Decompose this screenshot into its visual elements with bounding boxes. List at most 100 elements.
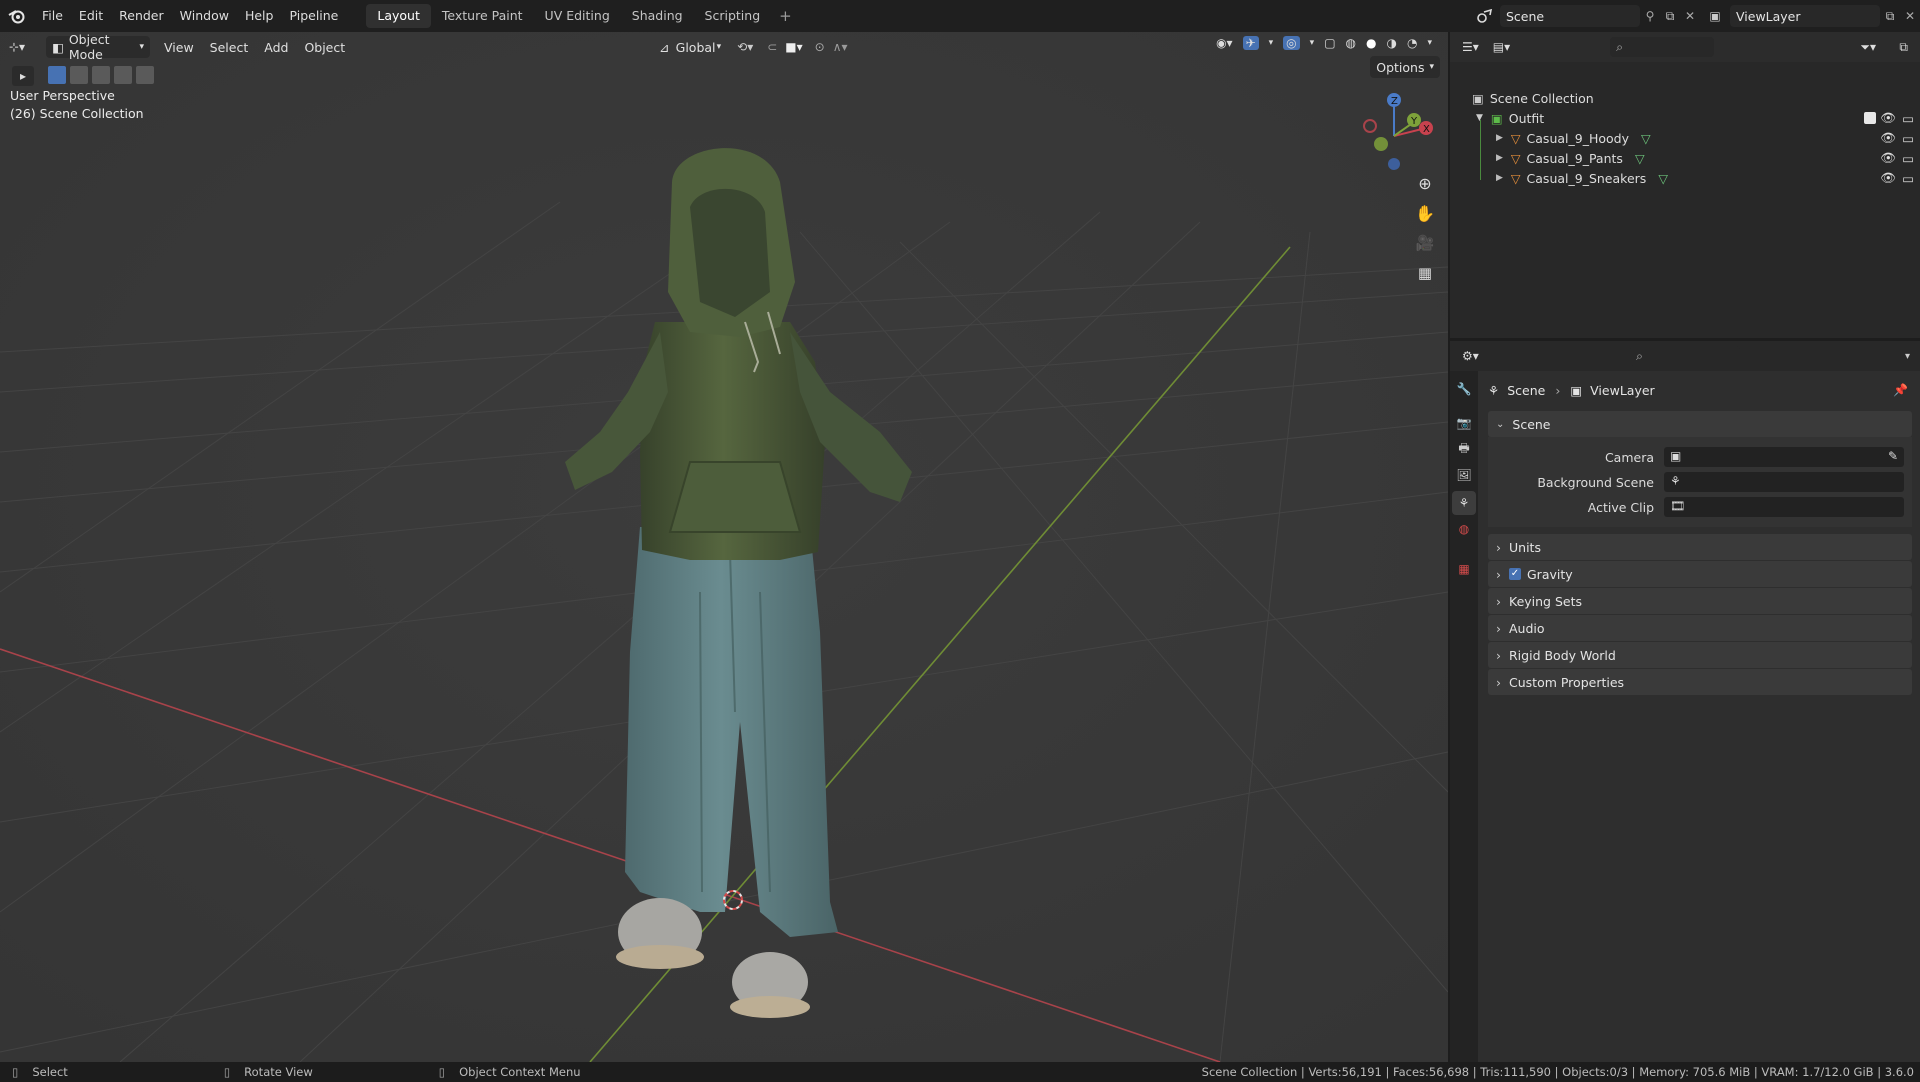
custom-properties-panel-header[interactable]: › Custom Properties (1488, 669, 1912, 695)
chevron-down-icon[interactable]: ▾ (1427, 38, 1432, 48)
view-layer-field[interactable]: ViewLayer (1730, 5, 1880, 27)
menu-select[interactable]: Select (202, 40, 257, 55)
blender-logo-icon[interactable] (0, 0, 34, 32)
expand-arrow-icon[interactable]: ▶ (1496, 153, 1503, 163)
audio-panel-header[interactable]: › Audio (1488, 615, 1912, 641)
navigation-gizmo[interactable]: Z X Y (1356, 88, 1436, 178)
3d-viewport[interactable]: ⊹▾ ◧ Object Mode ▾ View Select Add Objec… (0, 32, 1448, 1062)
active-clip-field[interactable]: 🎞 (1664, 497, 1904, 517)
material-shading-icon[interactable]: ◑ (1387, 36, 1397, 50)
scene-tab-icon[interactable]: ⚘ (1452, 491, 1476, 515)
world-tab-icon[interactable]: ◍ (1452, 517, 1476, 541)
scene-icon[interactable] (1470, 9, 1500, 23)
outliner-row-object[interactable]: ▶ ▽ Casual_9_Pants ▽ 👁 ▭ (1450, 148, 1920, 168)
tab-shading[interactable]: Shading (621, 4, 694, 28)
outliner-row-outfit[interactable]: ▼ ▣ Outfit 👁 ▭ (1450, 108, 1920, 128)
scene-panel-header[interactable]: ⌄ Scene (1488, 411, 1912, 437)
menu-add[interactable]: Add (256, 40, 296, 55)
tab-layout[interactable]: Layout (366, 4, 431, 28)
breadcrumb-view-layer[interactable]: ViewLayer (1590, 383, 1655, 398)
visibility-icon[interactable]: ◉▾ (1216, 36, 1233, 50)
select-mode-subtract-icon[interactable] (92, 66, 110, 84)
display-mode-icon[interactable]: ▤▾ (1493, 40, 1510, 54)
menu-render[interactable]: Render (111, 0, 172, 32)
pivot-icon[interactable]: ⟲▾ (737, 40, 753, 54)
select-tool-icon[interactable]: ▸ (12, 66, 34, 86)
chevron-down-icon[interactable]: ▾ (1905, 351, 1910, 362)
editor-type-icon[interactable]: ⊹▾ (0, 40, 34, 54)
new-scene-icon[interactable]: ⧉ (1660, 9, 1680, 24)
outliner-row-object[interactable]: ▶ ▽ Casual_9_Sneakers ▽ 👁 ▭ (1450, 168, 1920, 188)
expand-arrow-icon[interactable]: ▶ (1496, 173, 1503, 183)
falloff-icon[interactable]: ∧▾ (833, 40, 848, 54)
menu-file[interactable]: File (34, 0, 71, 32)
tool-tab-icon[interactable]: 🔧 (1452, 377, 1476, 401)
render-icon[interactable]: ▭ (1902, 171, 1914, 186)
expand-arrow-icon[interactable]: ▶ (1496, 133, 1503, 143)
proportional-edit-icon[interactable]: ⊙ (815, 40, 825, 54)
eye-icon[interactable]: 👁 (1880, 150, 1896, 166)
gravity-panel-header[interactable]: › ✓ Gravity (1488, 561, 1912, 587)
outliner-editor-icon[interactable]: ☰▾ (1462, 40, 1479, 54)
gravity-checkbox[interactable]: ✓ (1509, 568, 1521, 580)
pin-icon[interactable]: 📌 (1893, 383, 1908, 397)
tab-uv-editing[interactable]: UV Editing (534, 4, 621, 28)
snap-target-icon[interactable]: ■▾ (785, 40, 802, 54)
add-workspace-button[interactable]: + (771, 7, 800, 25)
tab-texture-paint[interactable]: Texture Paint (431, 4, 534, 28)
options-dropdown[interactable]: Options ▾ (1370, 56, 1440, 78)
new-collection-icon[interactable]: ⧉ (1899, 40, 1908, 55)
overlay-icon[interactable]: ◎ (1283, 36, 1300, 50)
solid-shading-icon[interactable]: ● (1366, 36, 1376, 50)
transform-orientation-dropdown[interactable]: ⊿ Global ▾ (653, 36, 727, 58)
chevron-down-icon[interactable]: ▾ (1310, 38, 1315, 48)
background-scene-field[interactable]: ⚘ (1664, 472, 1904, 492)
units-panel-header[interactable]: › Units (1488, 534, 1912, 560)
mesh-data-icon[interactable]: ▽ (1641, 131, 1651, 146)
filter-icon[interactable]: ⏷▾ (1860, 40, 1876, 55)
select-mode-invert-icon[interactable] (114, 66, 132, 84)
render-tab-icon[interactable]: 📷 (1452, 411, 1476, 435)
mode-dropdown[interactable]: ◧ Object Mode ▾ (46, 32, 150, 62)
menu-object[interactable]: Object (296, 40, 353, 55)
camera-view-icon[interactable]: 🎥 (1412, 230, 1438, 256)
rendered-shading-icon[interactable]: ◔ (1407, 36, 1417, 50)
properties-editor-icon[interactable]: ⚙▾ (1462, 349, 1479, 363)
keying-sets-panel-header[interactable]: › Keying Sets (1488, 588, 1912, 614)
pin-icon[interactable]: ⚲ (1640, 9, 1660, 23)
delete-scene-icon[interactable]: ✕ (1680, 9, 1700, 23)
mesh-data-icon[interactable]: ▽ (1658, 171, 1668, 186)
snap-icon[interactable]: ⊂ (767, 40, 777, 54)
camera-field[interactable]: ▣ ✎ (1664, 447, 1904, 467)
new-view-layer-icon[interactable]: ⧉ (1880, 9, 1900, 24)
tab-scripting[interactable]: Scripting (694, 4, 772, 28)
properties-search-input[interactable]: ⌕ (1630, 346, 1740, 366)
wireframe-shading-icon[interactable]: ◍ (1346, 36, 1356, 50)
xray-icon[interactable]: ▢ (1324, 36, 1335, 50)
exclude-checkbox[interactable] (1864, 112, 1876, 124)
breadcrumb-scene[interactable]: Scene (1507, 383, 1545, 398)
select-mode-intersect-icon[interactable] (136, 66, 154, 84)
eye-icon[interactable]: 👁 (1880, 170, 1896, 186)
zoom-icon[interactable]: ⊕ (1412, 170, 1438, 196)
ortho-grid-icon[interactable]: ▦ (1412, 260, 1438, 286)
menu-view[interactable]: View (156, 40, 202, 55)
menu-help[interactable]: Help (237, 0, 282, 32)
pan-hand-icon[interactable]: ✋ (1412, 200, 1438, 226)
eyedropper-icon[interactable]: ✎ (1888, 449, 1898, 463)
gizmo-icon[interactable]: ✈ (1242, 36, 1259, 50)
texture-tab-icon[interactable]: ▦ (1452, 557, 1476, 581)
delete-view-layer-icon[interactable]: ✕ (1900, 9, 1920, 23)
mesh-data-icon[interactable]: ▽ (1635, 151, 1645, 166)
menu-edit[interactable]: Edit (71, 0, 111, 32)
select-mode-set-icon[interactable] (48, 66, 66, 84)
render-icon[interactable]: ▭ (1902, 111, 1914, 126)
outliner-row-object[interactable]: ▶ ▽ Casual_9_Hoody ▽ 👁 ▭ (1450, 128, 1920, 148)
output-tab-icon[interactable]: 🖶 (1452, 437, 1476, 461)
eye-icon[interactable]: 👁 (1880, 130, 1896, 146)
rigid-body-world-panel-header[interactable]: › Rigid Body World (1488, 642, 1912, 668)
render-icon[interactable]: ▭ (1902, 151, 1914, 166)
view-layer-tab-icon[interactable]: 🖼 (1452, 463, 1476, 487)
select-mode-extend-icon[interactable] (70, 66, 88, 84)
scene-name-field[interactable]: Scene (1500, 5, 1640, 27)
